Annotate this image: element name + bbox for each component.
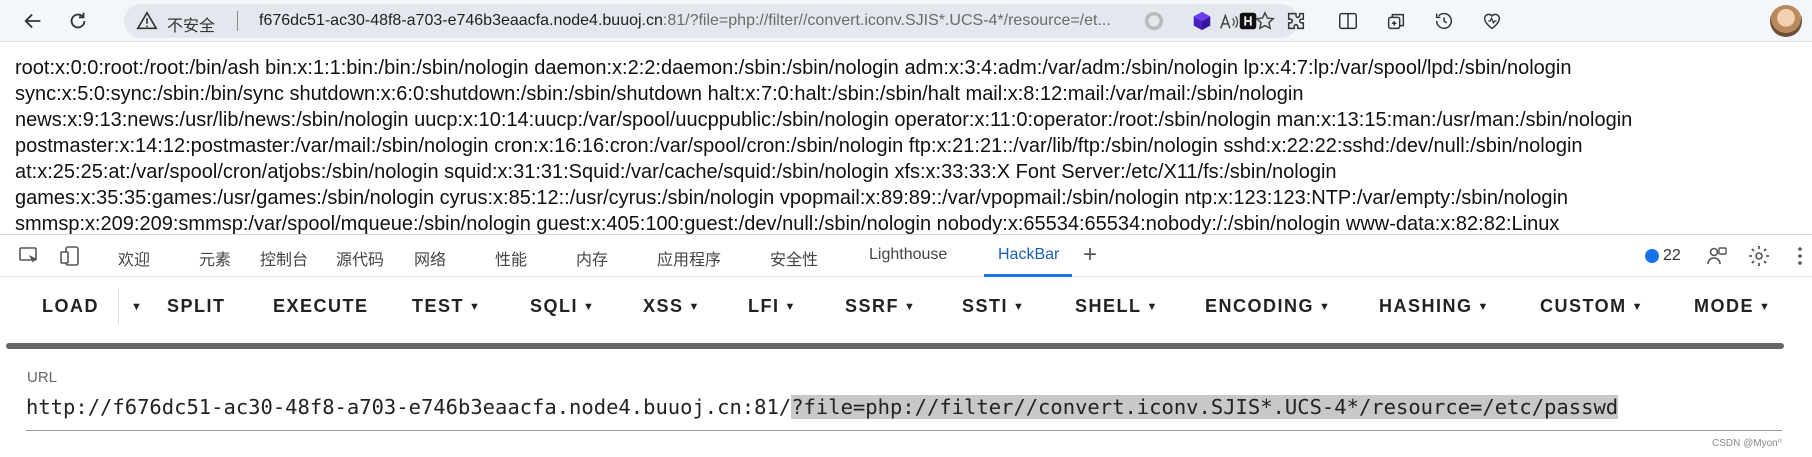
passwd-line: sync:x:5:0:sync:/sbin:/bin/sync shutdown…: [15, 83, 1304, 105]
performance-icon[interactable]: [1480, 9, 1504, 33]
address-rest: :81/?file=php://filter//convert.iconv.SJ…: [662, 12, 1111, 29]
horizontal-scrollbar[interactable]: [6, 343, 1784, 349]
devtools-tab-bar: 欢迎 元素 控制台 源代码 网络 性能 内存 应用程序 安全性 Lighthou…: [0, 235, 1812, 277]
chevron-down-icon: ▼: [469, 301, 482, 313]
watermark: CSDN @Myon⁰: [1712, 438, 1782, 449]
passwd-line: news:x:9:13:news:/usr/lib/news:/sbin/nol…: [15, 109, 1633, 131]
puzzle-icon[interactable]: [1284, 9, 1308, 33]
tab-network[interactable]: 网络: [414, 246, 446, 270]
page-content: root:x:0:0:root:/root:/bin/ash bin:x:1:1…: [0, 42, 1812, 234]
hackbar-menu: LOAD ▼ SPLIT EXECUTE TEST ▼ SQLI ▼ XSS ▼ LF…: [0, 278, 1812, 332]
devtools-panel: 欢迎 元素 控制台 源代码 网络 性能 内存 应用程序 安全性 Lighthou…: [0, 234, 1812, 457]
url-label: URL: [27, 369, 58, 386]
active-tab-indicator: [984, 274, 1072, 277]
split-screen-icon[interactable]: [1336, 9, 1360, 33]
add-tab-button[interactable]: +: [1083, 241, 1097, 269]
passwd-line: postmaster:x:14:12:postmaster:/var/mail:…: [15, 135, 1583, 157]
execute-label: EXECUTE: [273, 296, 369, 316]
hackbar-hashing-menu[interactable]: HASHING ▼: [1379, 296, 1490, 317]
issues-counter[interactable]: 22: [1645, 247, 1681, 265]
hackbar-ssti-menu[interactable]: SSTI ▼: [962, 296, 1025, 317]
sqli-label: SQLI: [530, 296, 579, 316]
hackbar-split-button[interactable]: SPLIT: [167, 296, 226, 317]
load-divider: [118, 288, 119, 324]
gear-icon[interactable]: [1747, 244, 1771, 268]
issues-icon: [1645, 249, 1659, 263]
hackbar-execute-button[interactable]: EXECUTE: [273, 296, 369, 317]
url-base-text: http://f676dc51-ac30-48f8-a703-e746b3eaa…: [26, 395, 792, 419]
hashing-label: HASHING: [1379, 296, 1473, 316]
extension-circle-icon[interactable]: [1142, 9, 1166, 33]
hackbar-ssrf-menu[interactable]: SSRF ▼: [845, 296, 916, 317]
tab-hackbar[interactable]: HackBar: [998, 246, 1059, 264]
chevron-down-icon: ▼: [1319, 301, 1332, 313]
chevron-down-icon: ▼: [583, 301, 596, 313]
tab-memory[interactable]: 内存: [576, 246, 608, 270]
tab-security[interactable]: 安全性: [770, 246, 818, 270]
url-field[interactable]: http://f676dc51-ac30-48f8-a703-e746b3eaa…: [26, 395, 1782, 431]
encoding-label: ENCODING: [1205, 296, 1315, 316]
test-label: TEST: [412, 296, 465, 316]
tab-performance[interactable]: 性能: [495, 246, 527, 270]
address-bar[interactable]: 不安全 f676dc51-ac30-48f8-a703-e746b3eaacfa…: [124, 4, 1298, 38]
more-options-icon[interactable]: [1788, 244, 1812, 268]
address-host: f676dc51-ac30-48f8-a703-e746b3eaacfa.nod…: [259, 12, 663, 29]
hackbar-mode-menu[interactable]: MODE ▼: [1694, 296, 1771, 317]
hackbar-encoding-menu[interactable]: ENCODING ▼: [1205, 296, 1331, 317]
tab-lighthouse[interactable]: Lighthouse: [869, 246, 947, 264]
chevron-down-icon: ▼: [131, 301, 144, 313]
custom-label: CUSTOM: [1540, 296, 1627, 316]
chevron-down-icon: ▼: [1759, 301, 1772, 313]
hackbar-shell-menu[interactable]: SHELL ▼: [1075, 296, 1159, 317]
inspect-element-icon[interactable]: [17, 244, 41, 268]
hackbar-load-button[interactable]: LOAD: [42, 296, 99, 317]
address-url[interactable]: f676dc51-ac30-48f8-a703-e746b3eaacfa.nod…: [259, 12, 1264, 30]
url-selected-text: ?file=php://filter//convert.iconv.SJIS*.…: [791, 395, 1619, 419]
xss-label: XSS: [643, 296, 684, 316]
tab-console[interactable]: 控制台: [260, 246, 308, 270]
h-extension-icon[interactable]: [1236, 9, 1260, 33]
collections-icon[interactable]: [1384, 9, 1408, 33]
tab-sources[interactable]: 源代码: [336, 246, 384, 270]
passwd-line: at:x:25:25:at:/var/spool/cron/atjobs:/sb…: [15, 161, 1337, 183]
insecure-label[interactable]: 不安全: [167, 12, 215, 36]
chevron-down-icon: ▼: [1013, 301, 1026, 313]
browser-toolbar: 不安全 f676dc51-ac30-48f8-a703-e746b3eaacfa…: [0, 0, 1812, 42]
avatar[interactable]: [1770, 5, 1802, 37]
mode-label: MODE: [1694, 296, 1754, 316]
hackbar-sqli-menu[interactable]: SQLI ▼: [530, 296, 595, 317]
cube-extension-icon[interactable]: [1190, 9, 1214, 33]
warning-icon[interactable]: [136, 10, 158, 32]
tab-elements[interactable]: 元素: [199, 246, 231, 270]
hackbar-custom-menu[interactable]: CUSTOM ▼: [1540, 296, 1644, 317]
chevron-down-icon: ▼: [1146, 301, 1159, 313]
hackbar-xss-menu[interactable]: XSS ▼: [643, 296, 701, 317]
lfi-label: LFI: [748, 296, 780, 316]
passwd-line: smmsp:x:209:209:smmsp:/var/spool/mqueue:…: [15, 213, 1560, 234]
customize-profile-icon[interactable]: [1705, 244, 1729, 268]
issues-count: 22: [1663, 247, 1681, 264]
history-icon[interactable]: [1432, 9, 1456, 33]
back-arrow-icon[interactable]: [17, 5, 49, 37]
chevron-down-icon: ▼: [1477, 301, 1490, 313]
ssrf-label: SSRF: [845, 296, 900, 316]
address-separator: [237, 11, 238, 31]
ssti-label: SSTI: [962, 296, 1009, 316]
passwd-line: root:x:0:0:root:/root:/bin/ash bin:x:1:1…: [15, 57, 1572, 79]
chevron-down-icon: ▼: [784, 301, 797, 313]
shell-label: SHELL: [1075, 296, 1142, 316]
chevron-down-icon: ▼: [904, 301, 917, 313]
hackbar-lfi-menu[interactable]: LFI ▼: [748, 296, 797, 317]
device-toolbar-icon[interactable]: [58, 244, 82, 268]
load-dropdown-caret[interactable]: ▼: [126, 296, 143, 317]
chevron-down-icon: ▼: [1631, 301, 1645, 313]
hackbar-test-menu[interactable]: TEST ▼: [412, 296, 481, 317]
tab-welcome[interactable]: 欢迎: [118, 246, 150, 270]
tab-application[interactable]: 应用程序: [657, 246, 721, 270]
passwd-line: games:x:35:35:games:/usr/games:/sbin/nol…: [15, 187, 1569, 209]
reload-icon[interactable]: [62, 5, 94, 37]
chevron-down-icon: ▼: [688, 301, 701, 313]
